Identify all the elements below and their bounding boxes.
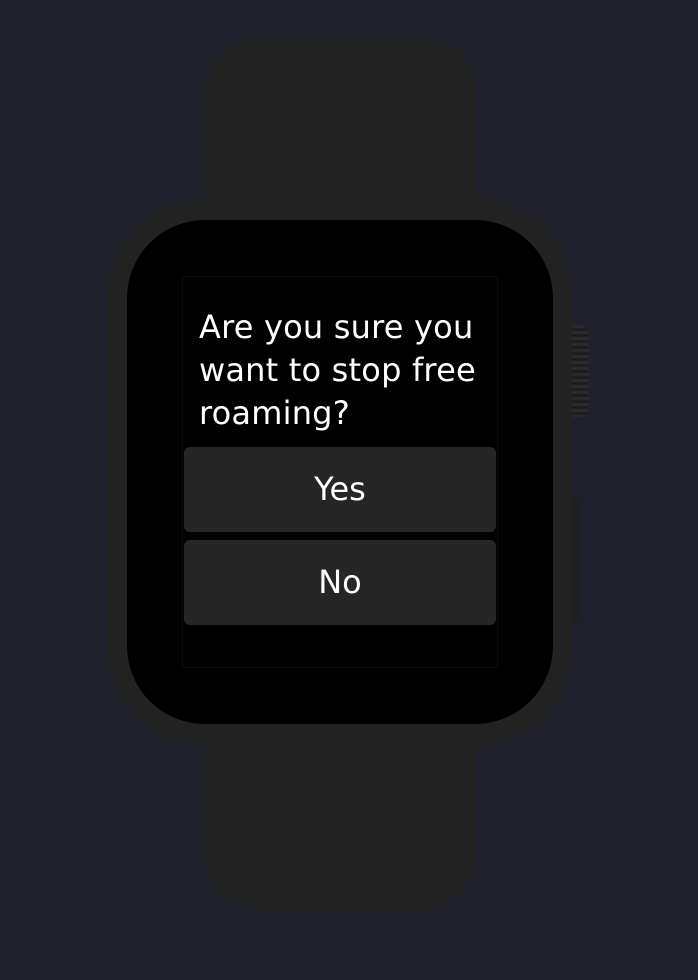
no-button[interactable]: No — [184, 540, 496, 625]
watch-band-bottom — [203, 720, 476, 910]
alert-dialog: Are you sure you want to stop free roami… — [182, 276, 498, 668]
dialog-message: Are you sure you want to stop free roami… — [199, 308, 476, 432]
yes-button[interactable]: Yes — [184, 447, 496, 532]
